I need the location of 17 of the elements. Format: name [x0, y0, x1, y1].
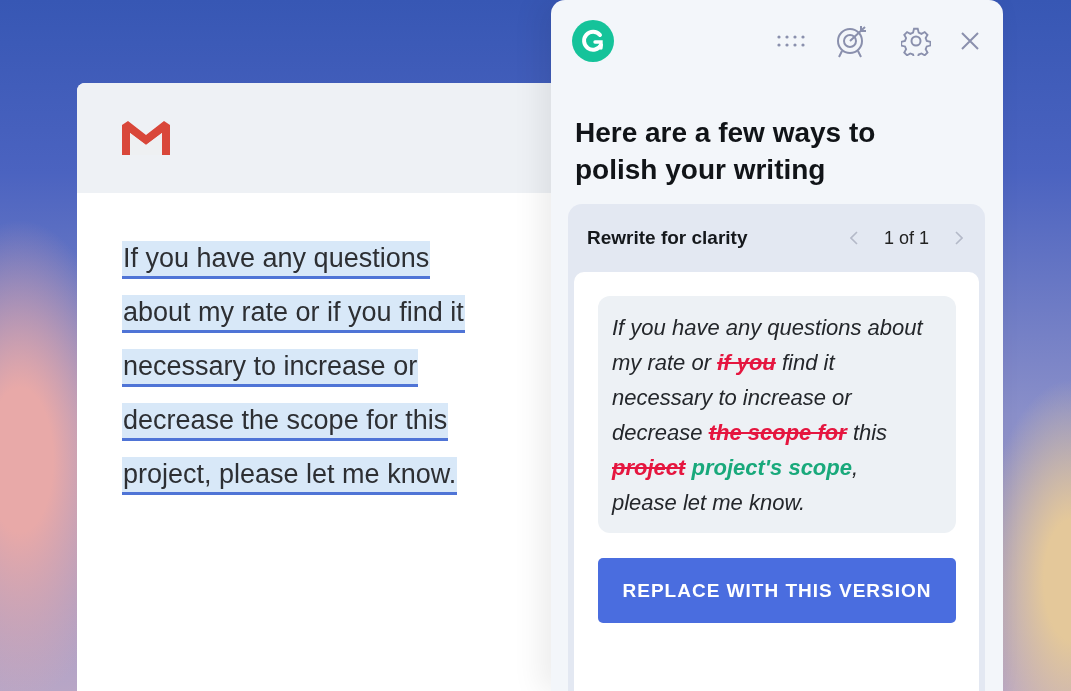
dots-icon[interactable]: [777, 35, 805, 47]
mail-logo-icon: [120, 119, 172, 157]
rewrite-text: If you have any questions about my rate or if you find it necessary to increase or decrease the scope for this project project's scope, please let me know.: [598, 296, 956, 533]
logo-icon: [572, 20, 614, 62]
highlighted-text: necessary to increase or: [122, 349, 419, 387]
highlighted-text: If you have any questions: [122, 241, 431, 279]
chevron-left-icon[interactable]: [849, 231, 858, 245]
highlighted-text: decrease the scope for this: [122, 403, 449, 441]
highlighted-text: project, please let me know.: [122, 457, 458, 495]
card-title: Rewrite for clarity: [587, 227, 749, 249]
highlighted-text: about my rate or if you find it: [122, 295, 465, 333]
replace-button[interactable]: REPLACE WITH THIS VERSION: [598, 558, 956, 623]
settings-icon[interactable]: [901, 26, 931, 56]
page-counter: 1 of 1: [883, 227, 929, 249]
panel-heading: Here are a few ways to polish your writing: [575, 116, 877, 187]
close-icon[interactable]: [961, 32, 979, 50]
chevron-right-icon[interactable]: [955, 231, 963, 245]
